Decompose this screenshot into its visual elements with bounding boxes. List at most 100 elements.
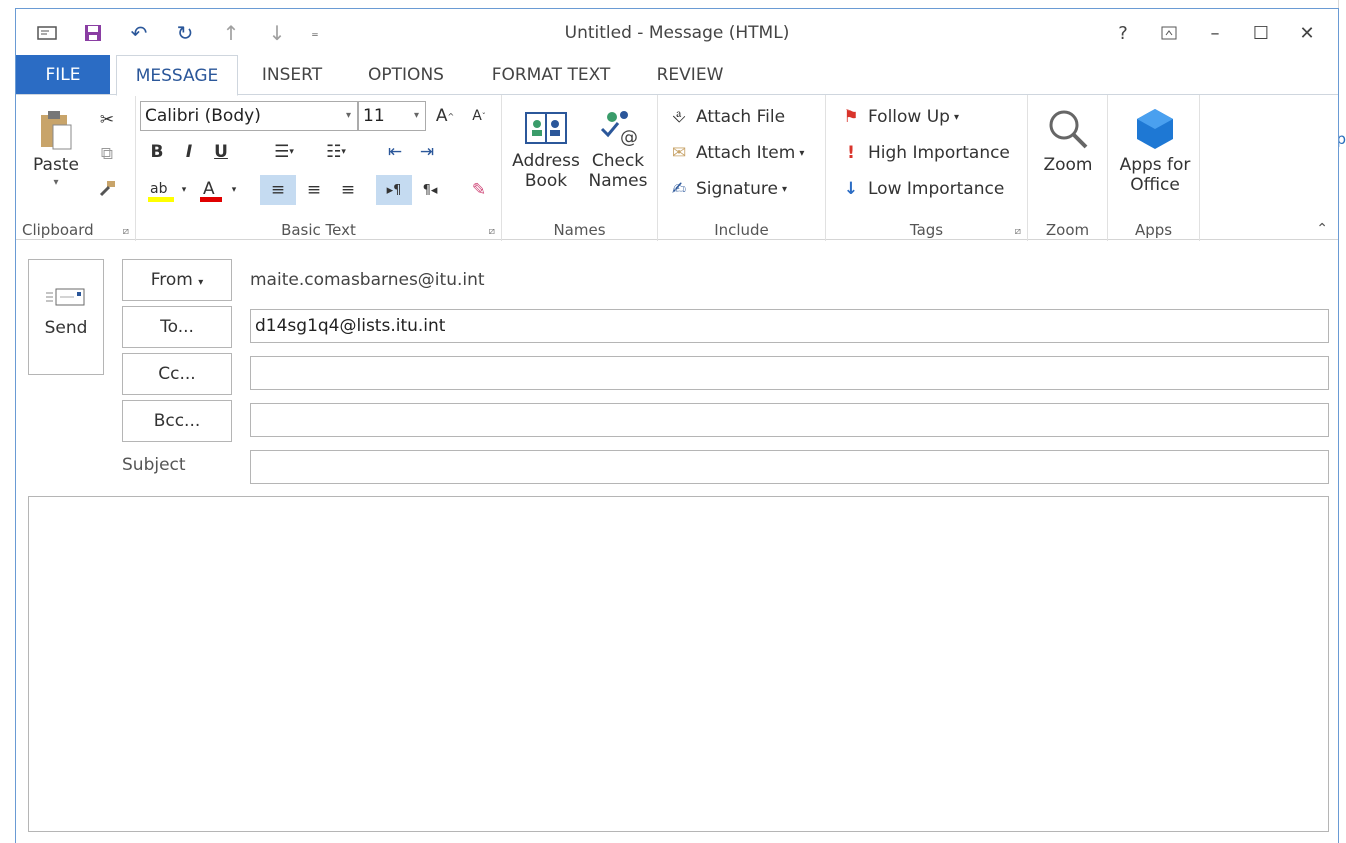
align-left-icon[interactable]: ≡ — [260, 175, 296, 205]
chevron-down-icon: ▾ — [782, 183, 788, 195]
help-icon[interactable]: ? — [1100, 17, 1146, 49]
underline-button[interactable]: U — [206, 137, 236, 167]
ribbon-tabs: FILE MESSAGE INSERT OPTIONS FORMAT TEXT … — [16, 55, 1338, 96]
basic-text-launcher-icon[interactable]: ⧄ — [489, 226, 495, 237]
bcc-field[interactable] — [250, 403, 1329, 437]
basic-text-group-label: Basic Text — [281, 221, 356, 239]
chevron-down-icon: ▾ — [345, 110, 351, 121]
font-name-combo[interactable]: Calibri (Body) ▾ — [140, 101, 358, 131]
align-right-icon[interactable]: ≡ — [330, 175, 366, 205]
chevron-down-icon: ▾ — [198, 277, 204, 288]
font-size-combo[interactable]: 11 ▾ — [358, 101, 426, 131]
bcc-button[interactable]: Bcc... — [122, 400, 232, 442]
to-field[interactable]: d14sg1q4@lists.itu.int — [250, 309, 1329, 343]
tab-file[interactable]: FILE — [16, 55, 110, 95]
zoom-button[interactable]: Zoom — [1034, 107, 1102, 175]
attach-file-button[interactable]: ⎀ Attach File — [668, 107, 785, 127]
paperclip-icon: ⎀ — [672, 107, 686, 127]
tab-format-text[interactable]: FORMAT TEXT — [476, 55, 626, 95]
high-importance-button[interactable]: ! High Importance — [840, 143, 1010, 163]
increase-indent-icon[interactable]: ⇥ — [412, 137, 442, 167]
collapse-ribbon-icon[interactable]: ⌃ — [1316, 221, 1328, 237]
address-book-icon — [525, 112, 567, 144]
rtl-paragraph-icon[interactable]: ¶◂ — [412, 175, 448, 205]
chevron-down-icon: ▾ — [799, 147, 805, 159]
names-group-label: Names — [553, 221, 606, 239]
include-group: ⎀ Attach File ✉ Attach Item ▾ ✍ Signature ▾ I… — [658, 95, 826, 241]
bullets-icon[interactable]: ☰ ▾ — [262, 137, 306, 167]
magnifier-icon — [1049, 110, 1088, 149]
tab-review[interactable]: REVIEW — [644, 55, 736, 95]
send-envelope-icon — [46, 288, 85, 306]
decrease-indent-icon[interactable]: ⇤ — [380, 137, 410, 167]
names-group: Address Book @ Check Names Names — [502, 95, 658, 241]
svg-text:ab: ab — [150, 181, 168, 197]
minimize-icon[interactable]: – — [1192, 17, 1238, 49]
tags-group: ⚑ Follow Up ▾ ! High Importance ↓ Low Import… — [826, 95, 1028, 241]
subject-field[interactable] — [250, 450, 1329, 484]
format-painter-icon[interactable] — [92, 173, 122, 203]
chevron-down-icon: ▾ — [413, 110, 419, 121]
cc-field[interactable] — [250, 356, 1329, 390]
tab-insert[interactable]: INSERT — [246, 55, 338, 95]
zoom-group: Zoom Zoom — [1028, 95, 1108, 241]
window-controls: ? – ☐ ✕ — [1100, 17, 1330, 49]
svg-text:@: @ — [620, 127, 638, 147]
cc-button[interactable]: Cc... — [122, 353, 232, 395]
address-book-button[interactable]: Address Book — [510, 107, 582, 191]
from-button[interactable]: From ▾ — [122, 259, 232, 301]
signature-icon: ✍ — [671, 179, 687, 199]
title-bar: ↶ ↻ ↑ ↓ ₌ Untitled - Message (HTML) ? – … — [16, 9, 1338, 57]
apps-group-label: Apps — [1134, 221, 1173, 239]
align-center-icon[interactable]: ≡ — [296, 175, 332, 205]
basic-text-group: Calibri (Body) ▾ 11 ▾ A ^ Aˇ B I U ☰ ▾ ☷ ▾ ⇤ … — [136, 95, 502, 241]
chevron-down-icon: ▾ — [953, 111, 959, 123]
highlight-dropdown-icon[interactable]: ▾ — [176, 175, 192, 205]
clear-formatting-icon[interactable]: ✎ — [464, 175, 494, 205]
attach-item-icon: ✉ — [671, 143, 687, 163]
grow-font-icon[interactable]: A ^ — [430, 101, 460, 131]
tags-launcher-icon[interactable]: ⧄ — [1015, 226, 1021, 237]
italic-button[interactable]: I — [174, 137, 204, 167]
check-names-button[interactable]: @ Check Names — [582, 107, 654, 191]
include-group-label: Include — [714, 221, 769, 239]
tab-message[interactable]: MESSAGE — [116, 55, 238, 96]
paste-button[interactable]: Paste ▾ — [28, 109, 84, 188]
paste-icon — [41, 111, 72, 150]
copy-icon[interactable]: ⧉ — [92, 139, 122, 169]
tags-group-label: Tags — [909, 221, 944, 239]
ltr-paragraph-icon[interactable]: ▸¶ — [376, 175, 412, 205]
to-button[interactable]: To... — [122, 306, 232, 348]
shrink-font-icon[interactable]: Aˇ — [464, 101, 494, 131]
maximize-icon[interactable]: ☐ — [1238, 17, 1284, 49]
clipboard-group: Paste ▾ ✂ ⧉ Clipboard ⧄ — [16, 95, 136, 241]
follow-up-button[interactable]: ⚑ Follow Up ▾ — [840, 107, 959, 127]
apps-cube-icon — [1137, 109, 1173, 149]
ribbon-display-options-icon[interactable] — [1146, 17, 1192, 49]
signature-button[interactable]: ✍ Signature ▾ — [668, 179, 787, 199]
attach-item-button[interactable]: ✉ Attach Item ▾ — [668, 143, 804, 163]
message-body[interactable] — [28, 496, 1329, 832]
send-button[interactable]: Send — [28, 259, 104, 375]
font-color-dropdown-icon[interactable]: ▾ — [226, 175, 242, 205]
cut-icon[interactable]: ✂ — [92, 105, 122, 135]
close-icon[interactable]: ✕ — [1284, 17, 1330, 49]
svg-text:A: A — [203, 179, 215, 199]
arrow-down-icon: ↓ — [843, 179, 859, 199]
apps-group: Apps for Office Apps — [1108, 95, 1200, 241]
check-names-icon: @ — [600, 111, 638, 147]
tab-options[interactable]: OPTIONS — [352, 55, 460, 95]
font-color-icon[interactable]: A — [196, 175, 226, 205]
apps-for-office-button[interactable]: Apps for Office — [1112, 107, 1198, 195]
numbering-icon[interactable]: ☷ ▾ — [314, 137, 358, 167]
message-window: ↶ ↻ ↑ ↓ ₌ Untitled - Message (HTML) ? – … — [15, 8, 1339, 843]
bold-button[interactable]: B — [142, 137, 172, 167]
paste-dropdown-icon[interactable]: ▾ — [28, 177, 84, 188]
clipboard-launcher-icon[interactable]: ⧄ — [123, 226, 129, 237]
background-window-edge: p — [1336, 0, 1346, 843]
clipboard-group-label: Clipboard — [22, 221, 94, 239]
ribbon: Paste ▾ ✂ ⧉ Clipboard ⧄ Calibri (Body) ▾ … — [16, 94, 1338, 241]
zoom-group-label: Zoom — [1045, 221, 1090, 239]
low-importance-button[interactable]: ↓ Low Importance — [840, 179, 1004, 199]
subject-label: Subject — [122, 455, 186, 475]
